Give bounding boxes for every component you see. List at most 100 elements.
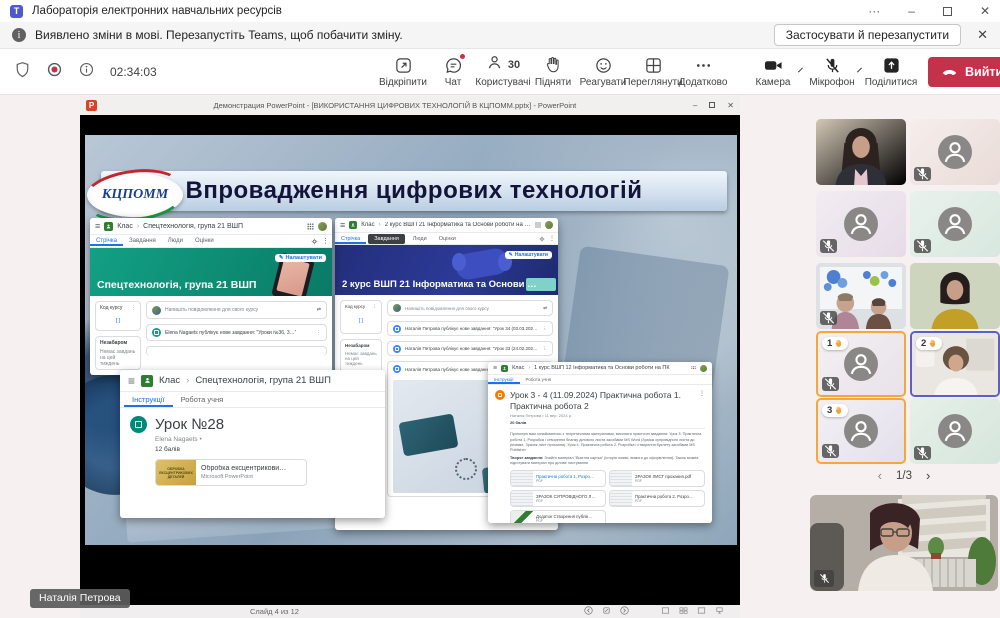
slide-title: Впровадження цифрових технологій — [186, 177, 643, 205]
pager-label: 1/3 — [896, 470, 912, 482]
app-titlebar: T Лабораторія електронних навчальних рес… — [0, 0, 1000, 22]
leave-button[interactable]: Вийти — [928, 57, 1000, 87]
avatar-placeholder-icon — [938, 135, 972, 169]
camera-options-chevron-icon[interactable] — [798, 67, 803, 72]
participant-avatar-tile[interactable] — [910, 119, 1000, 185]
attachment-thumbnail — [511, 491, 533, 506]
raised-hand-icon — [834, 339, 843, 348]
mic-muted-icon — [814, 570, 834, 587]
attachment-type: Microsoft PowerPoint — [201, 474, 286, 480]
ppt-window-title: Демонстрация PowerPoint - [ВИКОРИСТАННЯ … — [97, 101, 693, 110]
course-banner: ✎ Налаштувати 2 курс ВШП 21 Інформатика … — [335, 245, 558, 295]
participant-video-tile-large[interactable] — [810, 495, 998, 591]
apply-restart-button[interactable]: Застосувати й перезапустити — [774, 24, 961, 46]
reading-view-icon — [697, 606, 706, 615]
meeting-info-icon[interactable] — [78, 61, 95, 83]
game-controller-graphic — [452, 253, 466, 271]
feed-item: Наталія Петрова публікує нове завдання: … — [387, 321, 553, 336]
attachment-thumbnail — [610, 471, 632, 486]
maximize-icon[interactable] — [943, 7, 952, 16]
tab-classwork: Завдання — [123, 236, 162, 246]
chat-unread-badge — [459, 53, 466, 60]
window-title: Лабораторія електронних навчальних ресур… — [32, 5, 282, 17]
prev-slide-icon — [584, 606, 593, 615]
slide-sorter-icon — [679, 606, 688, 615]
tab-people: Люди — [162, 236, 189, 246]
chat-button[interactable]: Чат — [428, 53, 478, 90]
apps-grid-icon — [307, 223, 314, 230]
participant-video — [816, 119, 906, 185]
window-menu-icon[interactable]: ··· — [868, 5, 880, 17]
share-button[interactable]: Поділитися — [866, 53, 916, 90]
raised-hand-badge: 1 — [822, 337, 848, 350]
participant-video-tile[interactable] — [910, 263, 1000, 329]
tab-classwork: Завдання — [368, 234, 405, 244]
kebab-icon: ⋮ — [322, 237, 329, 245]
classroom-icon — [141, 375, 153, 387]
attachment-card: Додаток Створення публік…PDF — [510, 510, 606, 523]
attachment-card: Практична робота 1. Розро…PDF — [510, 470, 606, 487]
assignment-title: Урок 3 - 4 (11.09.2024) Практична робота… — [510, 390, 699, 411]
participant-avatar-tile[interactable] — [910, 191, 1000, 257]
breadcrumb-separator: › — [379, 222, 381, 228]
assignment-author: Elena Nagaets • — [155, 436, 375, 443]
participant-video-tile-hand-raised[interactable]: 2 — [910, 331, 1000, 397]
breadcrumb: Клас — [117, 223, 133, 230]
participant-avatar-tile[interactable] — [816, 191, 906, 257]
participant-avatar-tile-hand-raised[interactable]: 1 — [816, 331, 906, 397]
kcpomm-logo: КЦПОММ — [87, 173, 183, 217]
attachment-card: ОБРОБКА ЕКСЦЕНТРИКОВИХ ДЕТАЛЕЙ Обробка е… — [155, 459, 307, 486]
notification-close-icon[interactable]: ✕ — [977, 27, 988, 43]
shared-screen[interactable]: P Демонстрация PowerPoint - [ВИКОРИСТАНН… — [80, 95, 740, 618]
tab-instructions: Інструкції — [488, 375, 520, 384]
mic-options-chevron-icon[interactable] — [857, 67, 862, 72]
camera-button[interactable]: Камера — [748, 53, 798, 90]
class-code-card: Код курсу⋮ [ ] — [95, 301, 141, 331]
meeting-timer: 02:34:03 — [110, 65, 157, 79]
feed-item — [146, 346, 327, 356]
settings-gear-icon — [311, 238, 318, 245]
react-button[interactable]: Реагувати — [578, 53, 628, 90]
minimize-icon[interactable]: – — [908, 5, 915, 17]
smiley-icon — [594, 55, 613, 75]
raised-hand-badge: 2 — [916, 337, 942, 350]
unpin-button[interactable]: Відкріпити — [378, 53, 428, 90]
tab-instructions: Інструкції — [124, 392, 173, 407]
close-icon[interactable]: ✕ — [980, 5, 990, 17]
notification-text: Виявлено зміни в мові. Перезапустіть Tea… — [35, 28, 403, 42]
raised-hand-icon — [834, 406, 843, 415]
participant-video — [810, 495, 998, 591]
participant-video-tile[interactable] — [816, 119, 906, 185]
breadcrumb-separator: › — [528, 365, 530, 371]
more-button[interactable]: Додатково — [678, 53, 728, 90]
participant-avatar-tile[interactable] — [910, 398, 1000, 464]
announce-box: Напишіть повідомлення для свого курсу ⇄ — [146, 301, 327, 319]
breadcrumb-separator: › — [137, 223, 139, 230]
kebab-icon: ⋮ — [549, 235, 555, 242]
view-button[interactable]: Переглянути — [628, 53, 678, 90]
ppt-titlebar: P Демонстрация PowerPoint - [ВИКОРИСТАНН… — [80, 95, 740, 115]
avatar-placeholder-icon — [938, 414, 972, 448]
classroom-window-4: ≡ Клас › 1 курс ВШП 12 Інформатика та Ос… — [488, 362, 712, 523]
raise-hand-button[interactable]: Підняти — [528, 53, 578, 90]
mic-muted-icon — [822, 377, 839, 391]
participant-video-tile[interactable] — [816, 263, 906, 329]
pager-next-icon[interactable]: › — [926, 468, 930, 483]
assignment-title: Урок №28 — [155, 416, 375, 433]
meeting-toolbar: 02:34:03 Відкріпити Чат 30 Користувачі П… — [0, 49, 1000, 95]
breadcrumb-course: 2 курс ВШП 21 Інформатика та Основи робо… — [385, 222, 531, 228]
feed-item: Elena Nagaets публікує нове завдання: "У… — [146, 324, 327, 341]
chat-icon — [444, 55, 463, 75]
pager-prev-icon[interactable]: ‹ — [878, 468, 882, 483]
classroom-icon — [349, 221, 357, 229]
tab-grades: Оцінки — [189, 236, 220, 246]
mic-button[interactable]: Мікрофон — [807, 53, 857, 90]
avatar-placeholder-icon — [844, 414, 878, 448]
participants-button[interactable]: 30 Користувачі — [478, 53, 528, 90]
assignment-icon — [130, 416, 147, 433]
menu-icon: ≡ — [128, 374, 135, 388]
teams-logo-icon: T — [10, 5, 23, 18]
info-icon: i — [12, 28, 26, 42]
participants-sidebar: 1 2 3 ‹ — [808, 95, 1000, 618]
participant-avatar-tile-hand-raised[interactable]: 3 — [816, 398, 906, 464]
